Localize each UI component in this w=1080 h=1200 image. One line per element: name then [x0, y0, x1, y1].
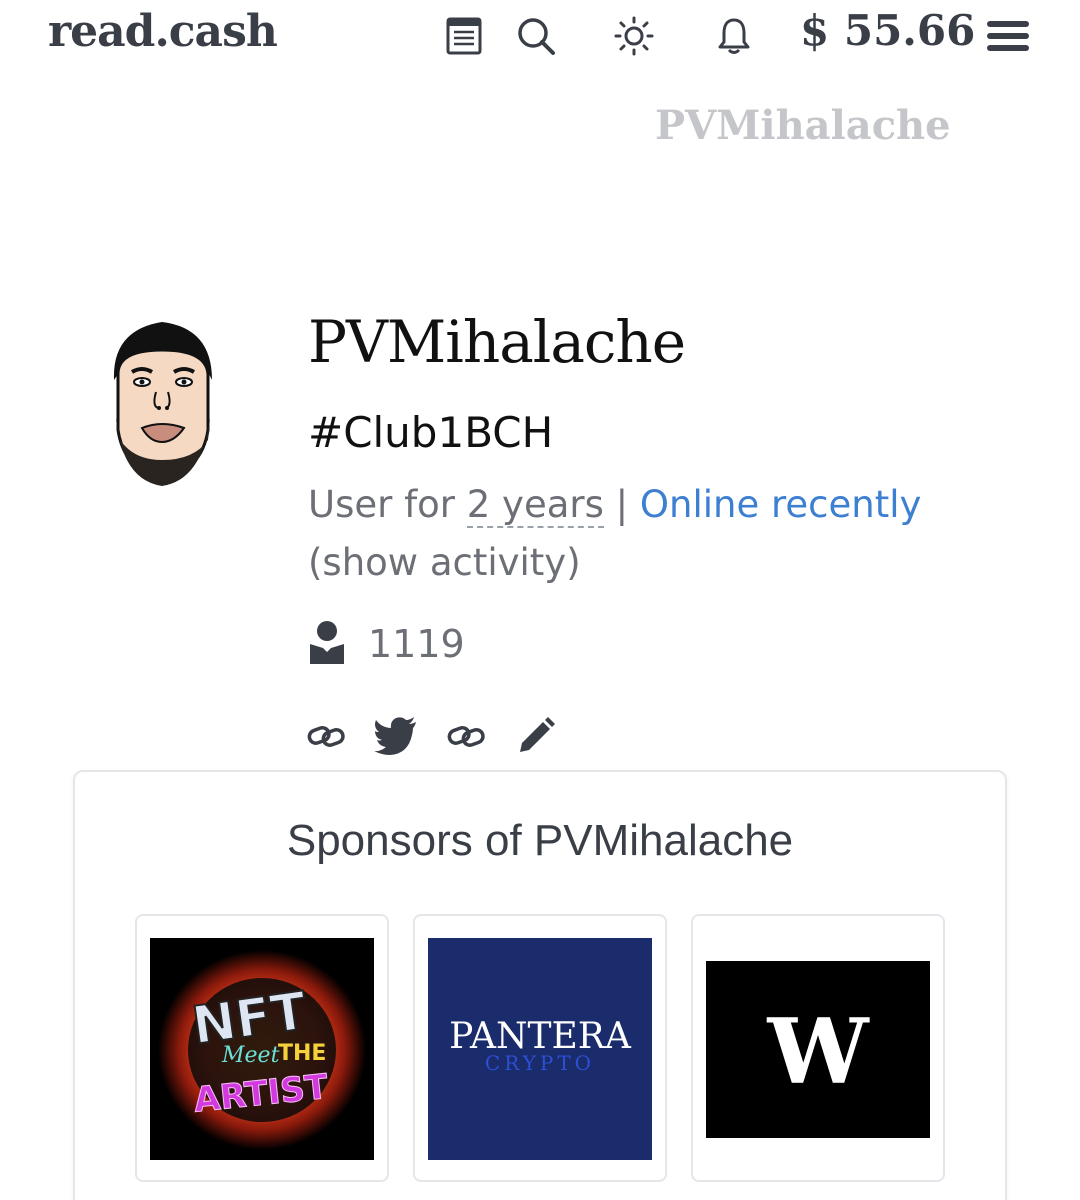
- bell-icon[interactable]: [712, 14, 756, 58]
- sponsor-logo-w: W: [706, 961, 930, 1138]
- followers-count[interactable]: 1119: [308, 620, 465, 668]
- menu-icon[interactable]: [986, 14, 1030, 58]
- sponsor-card-3[interactable]: W: [691, 914, 945, 1182]
- w-text: W: [766, 999, 870, 1105]
- sponsor-logo-nft: NFT Meet THE ARTIST: [150, 938, 374, 1160]
- show-activity-link[interactable]: (show activity): [308, 541, 581, 584]
- twitter-icon[interactable]: [374, 714, 418, 758]
- social-links: [304, 714, 558, 758]
- followers-number: 1119: [368, 622, 465, 666]
- profile-name: PVMihalache: [308, 308, 686, 376]
- sponsor-card-2[interactable]: PANTERA CRYPTO: [413, 914, 667, 1182]
- site-logo[interactable]: read.cash: [48, 6, 278, 57]
- sponsor-card-1[interactable]: NFT Meet THE ARTIST: [135, 914, 389, 1182]
- user-for-label: User for: [308, 483, 455, 526]
- feed-icon[interactable]: [442, 14, 486, 58]
- search-icon[interactable]: [514, 14, 558, 58]
- page-watermark: PVMihalache: [655, 102, 951, 149]
- link-icon[interactable]: [304, 714, 348, 758]
- balance-display[interactable]: $ 55.66: [800, 6, 975, 55]
- profile-meta: User for 2 years | Online recently (show…: [308, 476, 1018, 592]
- sponsor-logo-pantera: PANTERA CRYPTO: [428, 938, 652, 1160]
- edit-icon[interactable]: [514, 714, 558, 758]
- online-status[interactable]: Online recently: [640, 483, 922, 526]
- sponsors-title: Sponsors of PVMihalache: [286, 816, 794, 865]
- profile-tag: #Club1BCH: [308, 408, 554, 457]
- link-icon[interactable]: [444, 714, 488, 758]
- avatar[interactable]: [104, 310, 222, 496]
- the-text: THE: [278, 1041, 326, 1066]
- user-duration[interactable]: 2 years: [466, 483, 604, 528]
- crypto-text: CRYPTO: [485, 1051, 595, 1075]
- theme-toggle-icon[interactable]: [612, 14, 656, 58]
- followers-icon: [308, 620, 346, 668]
- meet-text: Meet: [221, 1043, 280, 1068]
- separator: |: [615, 483, 629, 526]
